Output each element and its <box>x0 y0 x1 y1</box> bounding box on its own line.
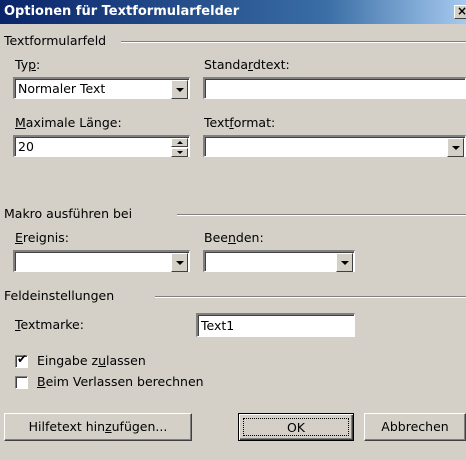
maxlaenge-value: 20 <box>18 139 34 154</box>
maxlaenge-spin-buttons[interactable] <box>171 138 188 157</box>
spin-up-button[interactable] <box>171 138 188 147</box>
beim-verlassen-checkbox[interactable] <box>15 376 28 389</box>
chevron-down-icon <box>176 261 184 265</box>
checkmark-icon: ✔ <box>17 352 28 366</box>
options-dialog: Optionen für Textformularfelder × Textfo… <box>0 0 466 460</box>
maxlaenge-label: Maximale Länge: <box>15 115 122 130</box>
title-bar[interactable]: Optionen für Textformularfelder × <box>0 0 466 24</box>
typ-value: Normaler Text <box>18 81 106 96</box>
chevron-down-icon <box>176 88 184 92</box>
eingabe-zulassen-label[interactable]: Eingabe zulassen <box>37 353 146 368</box>
spin-down-button[interactable] <box>171 148 188 157</box>
textmarke-value: Text1 <box>201 318 235 333</box>
textmarke-input[interactable]: Text1 <box>196 313 355 337</box>
dialog-title: Optionen für Textformularfelder <box>4 4 240 19</box>
beenden-select[interactable] <box>203 250 355 272</box>
ereignis-label: Ereignis: <box>15 230 69 245</box>
group-title-textformularfeld: Textformularfeld <box>4 33 107 48</box>
group-divider <box>177 214 466 216</box>
typ-dropdown-button[interactable] <box>171 80 188 99</box>
group-title-feldeinstellungen: Feldeinstellungen <box>4 288 115 303</box>
close-icon: × <box>457 4 466 18</box>
chevron-down-icon <box>341 261 349 265</box>
textformat-dropdown-button[interactable] <box>447 138 464 157</box>
close-button[interactable]: × <box>454 4 466 19</box>
ereignis-dropdown-button[interactable] <box>171 253 188 272</box>
textmarke-label: Textmarke: <box>15 317 84 332</box>
typ-select[interactable]: Normaler Text <box>13 77 190 99</box>
ereignis-select[interactable] <box>13 250 190 272</box>
group-divider <box>155 296 466 298</box>
group-title-makro: Makro ausführen bei <box>4 206 133 221</box>
eingabe-zulassen-checkbox[interactable]: ✔ <box>15 352 28 368</box>
add-help-text-button[interactable]: Hilfetext hinzufügen... <box>4 413 192 441</box>
chevron-down-icon <box>452 146 460 150</box>
cancel-button[interactable]: Abbrechen <box>364 413 466 441</box>
arrow-up-icon <box>177 141 183 144</box>
standardtext-input[interactable] <box>203 77 466 99</box>
beenden-dropdown-button[interactable] <box>336 253 353 272</box>
beenden-label: Beenden: <box>204 230 264 245</box>
ok-label: OK <box>243 418 349 436</box>
textformat-select[interactable] <box>203 135 466 157</box>
maxlaenge-spinner[interactable]: 20 <box>13 135 190 157</box>
arrow-down-icon <box>177 151 183 154</box>
beim-verlassen-label[interactable]: Beim Verlassen berechnen <box>37 374 204 389</box>
typ-label: Typ: <box>15 57 41 72</box>
group-divider <box>121 41 466 43</box>
textformat-label: Textformat: <box>204 115 276 130</box>
ok-button[interactable]: OK <box>238 413 354 441</box>
standardtext-label: Standardtext: <box>204 57 290 72</box>
